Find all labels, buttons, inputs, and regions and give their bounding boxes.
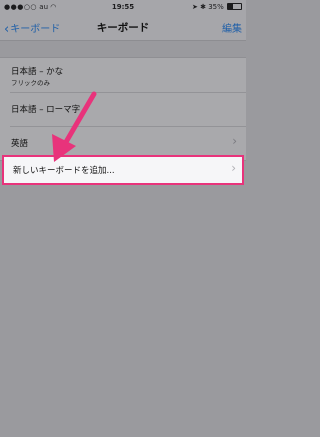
keyboard-row-title: 日本語 – かな [11, 67, 64, 77]
keyboard-row-japanese-romaji[interactable]: 日本語 – ローマ字 [0, 92, 246, 126]
keyboard-list: 日本語 – かな フリックのみ 日本語 – ローマ字 英語 › [0, 57, 246, 161]
battery-percent: 35% [208, 3, 224, 11]
battery-icon [227, 3, 242, 10]
battery-level [228, 4, 233, 9]
status-bar: ●●●○○ au ◠ 19:55 ➤ ✱ 35% [0, 0, 246, 14]
keyboard-row-subtitle: フリックのみ [11, 79, 50, 87]
page-title: キーボード [96, 22, 150, 34]
navigation-bar: ‹キーボード キーボード 編集 [0, 14, 246, 41]
keyboard-row-japanese-kana[interactable]: 日本語 – かな フリックのみ [0, 58, 246, 92]
add-keyboard-row[interactable]: 新しいキーボードを追加... › [2, 155, 244, 185]
status-right: ➤ ✱ 35% [192, 3, 242, 11]
chevron-right-icon: › [232, 134, 237, 148]
edit-button[interactable]: 編集 [222, 20, 242, 35]
bluetooth-icon: ✱ [200, 3, 206, 11]
keyboard-row-title: 英語 [11, 139, 29, 149]
location-icon: ➤ [191, 3, 198, 11]
chevron-right-icon: › [231, 161, 236, 175]
pink-arrow-icon [52, 91, 97, 162]
